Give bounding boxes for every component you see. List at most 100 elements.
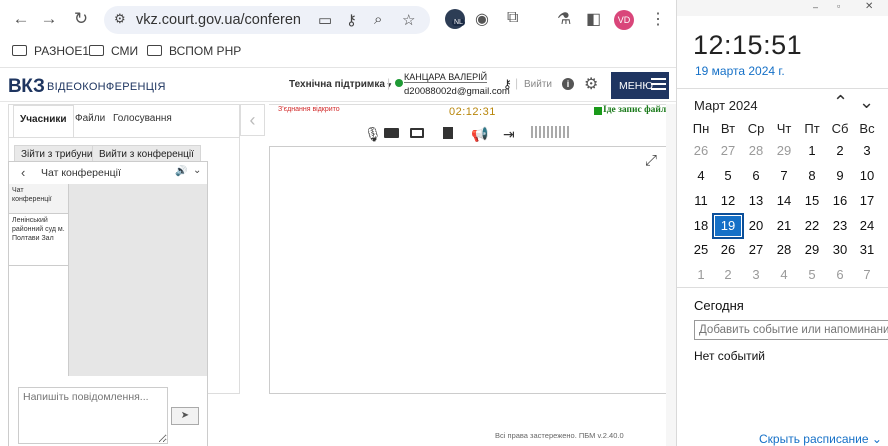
user-name[interactable]: КАНЦАРА ВАЛЕРІЙ xyxy=(404,72,488,83)
collapse-panel-button[interactable]: ‹ xyxy=(240,104,265,136)
calendar-day-today[interactable]: 19 xyxy=(712,213,744,239)
calendar-day[interactable]: 8 xyxy=(799,168,825,183)
calendar-day[interactable]: 10 xyxy=(854,168,880,183)
calendar-day[interactable]: 26 xyxy=(715,242,741,257)
chevron-down-icon[interactable]: ⌄ xyxy=(193,165,201,176)
settings-gears-icon[interactable]: ⚙ xyxy=(584,74,598,94)
bookmark-star-icon[interactable]: ☆ xyxy=(402,11,415,29)
flask-icon[interactable]: ⚗ xyxy=(557,9,571,29)
calendar-day[interactable]: 9 xyxy=(827,168,853,183)
month-title[interactable]: Март 2024 xyxy=(694,98,758,113)
calendar-day[interactable]: 27 xyxy=(743,242,769,257)
chat-list-item[interactable]: Чат конференції xyxy=(9,184,68,214)
calendar-day[interactable]: 18 xyxy=(688,218,714,233)
calendar-day[interactable]: 17 xyxy=(854,193,880,208)
chevron-down-icon[interactable]: ⌄ xyxy=(859,92,874,113)
extensions-puzzle-icon[interactable]: ⧉ xyxy=(507,9,518,27)
chevron-left-icon[interactable]: ‹ xyxy=(21,165,25,180)
info-icon[interactable]: i xyxy=(562,78,574,90)
video-camera-icon[interactable] xyxy=(384,128,399,138)
calendar-day[interactable]: 14 xyxy=(771,193,797,208)
forward-icon[interactable]: → xyxy=(38,8,60,30)
reload-icon[interactable]: ↻ xyxy=(70,8,92,30)
calendar-day[interactable]: 7 xyxy=(854,267,880,282)
planet-extension-icon[interactable]: ◉ xyxy=(475,9,489,29)
minimize-icon[interactable]: – xyxy=(813,2,818,12)
hide-schedule-link[interactable]: Скрыть расписание ⌄ xyxy=(759,432,882,446)
calendar-day[interactable]: 6 xyxy=(827,267,853,282)
menu-button[interactable]: МЕНЮ xyxy=(611,72,669,99)
calendar-day[interactable]: 25 xyxy=(688,242,714,257)
calendar-day[interactable]: 23 xyxy=(827,218,853,233)
support-dropdown[interactable]: Технічна підтримка ▾ xyxy=(289,79,391,90)
calendar-day[interactable]: 30 xyxy=(827,242,853,257)
vpn-extension-icon[interactable]: NL xyxy=(445,9,465,29)
calendar-day[interactable]: 20 xyxy=(743,218,769,233)
fullscreen-icon[interactable]: ⤢ xyxy=(645,152,657,169)
tab-voting[interactable]: Голосування xyxy=(107,105,178,137)
calendar-day[interactable]: 1 xyxy=(799,143,825,158)
recording-label: Іде запис файлу xyxy=(603,105,671,115)
bookmark-folder-1[interactable]: РАЗНОЕ1 xyxy=(12,44,89,58)
document-icon[interactable] xyxy=(443,127,453,139)
site-info-icon[interactable]: ⚙ xyxy=(114,11,126,27)
calendar-day[interactable]: 31 xyxy=(854,242,880,257)
calendar-day[interactable]: 13 xyxy=(743,193,769,208)
chevron-up-icon[interactable]: ⌃ xyxy=(833,92,848,113)
camera-icon[interactable]: ▭ xyxy=(318,11,332,29)
back-icon[interactable]: ← xyxy=(10,8,32,30)
kebab-menu-icon[interactable]: ⋮ xyxy=(650,9,666,29)
calendar-day[interactable]: 28 xyxy=(771,242,797,257)
microphone-icon[interactable]: 🎙 xyxy=(364,126,382,143)
profile-avatar[interactable]: VD xyxy=(614,10,634,30)
calendar-day[interactable]: 7 xyxy=(771,168,797,183)
calendar-day[interactable]: 3 xyxy=(743,267,769,282)
close-icon[interactable]: ✕ xyxy=(865,1,873,12)
chat-list-item[interactable]: Ленінський районний суд м. Полтави Зал xyxy=(9,214,68,266)
restore-icon[interactable]: ▫ xyxy=(837,1,840,11)
screen-share-icon[interactable] xyxy=(410,128,424,138)
current-date-link[interactable]: 19 марта 2024 г. xyxy=(695,64,785,78)
add-event-input[interactable] xyxy=(694,320,888,340)
calendar-day[interactable]: 2 xyxy=(827,143,853,158)
tab-files[interactable]: Файли xyxy=(69,105,111,137)
calendar-day[interactable]: 26 xyxy=(688,143,714,158)
calendar-day[interactable]: 27 xyxy=(715,143,741,158)
side-panel-icon[interactable]: ◧ xyxy=(586,9,601,29)
exit-icon[interactable]: ⇥ xyxy=(503,126,515,143)
calendar-day[interactable]: 4 xyxy=(771,267,797,282)
calendar-day[interactable]: 2 xyxy=(715,267,741,282)
weekday-header: Сб xyxy=(831,121,849,136)
send-button[interactable]: ➤ xyxy=(171,407,199,425)
calendar-day[interactable]: 5 xyxy=(715,168,741,183)
zoom-icon[interactable]: ⌕ xyxy=(374,11,382,28)
calendar-day[interactable]: 1 xyxy=(688,267,714,282)
calendar-day[interactable]: 29 xyxy=(799,242,825,257)
calendar-day[interactable]: 12 xyxy=(715,193,741,208)
key-icon[interactable]: ⚷ xyxy=(503,77,512,91)
megaphone-icon[interactable]: 📢 xyxy=(471,126,488,143)
calendar-day[interactable]: 11 xyxy=(688,193,714,208)
calendar-day[interactable]: 21 xyxy=(771,218,797,233)
calendar-day[interactable]: 3 xyxy=(854,143,880,158)
address-bar[interactable]: ⚙ vkz.court.gov.ua/conference?id... ▭ ⚷ … xyxy=(104,6,430,34)
calendar-day[interactable]: 4 xyxy=(688,168,714,183)
calendar-day[interactable]: 15 xyxy=(799,193,825,208)
url-text[interactable]: vkz.court.gov.ua/conference?id... xyxy=(136,12,301,28)
speaker-icon[interactable]: 🔊 xyxy=(175,166,187,177)
site-logo[interactable]: ВКЗ xyxy=(8,76,45,98)
calendar-day[interactable]: 28 xyxy=(743,143,769,158)
tab-participants[interactable]: Учасники xyxy=(13,105,74,137)
calendar-day[interactable]: 22 xyxy=(799,218,825,233)
calendar-day[interactable]: 5 xyxy=(799,267,825,282)
calendar-day[interactable]: 29 xyxy=(771,143,797,158)
calendar-day[interactable]: 6 xyxy=(743,168,769,183)
page-scrollbar[interactable] xyxy=(666,104,676,446)
bookmark-folder-2[interactable]: СМИ xyxy=(89,44,138,58)
logout-link[interactable]: Вийти xyxy=(524,79,552,90)
key-icon[interactable]: ⚷ xyxy=(346,11,357,29)
calendar-day[interactable]: 24 xyxy=(854,218,880,233)
calendar-day[interactable]: 16 xyxy=(827,193,853,208)
bookmark-folder-3[interactable]: ВСПОМ PHP xyxy=(147,44,241,58)
chat-message-input[interactable] xyxy=(18,387,168,444)
